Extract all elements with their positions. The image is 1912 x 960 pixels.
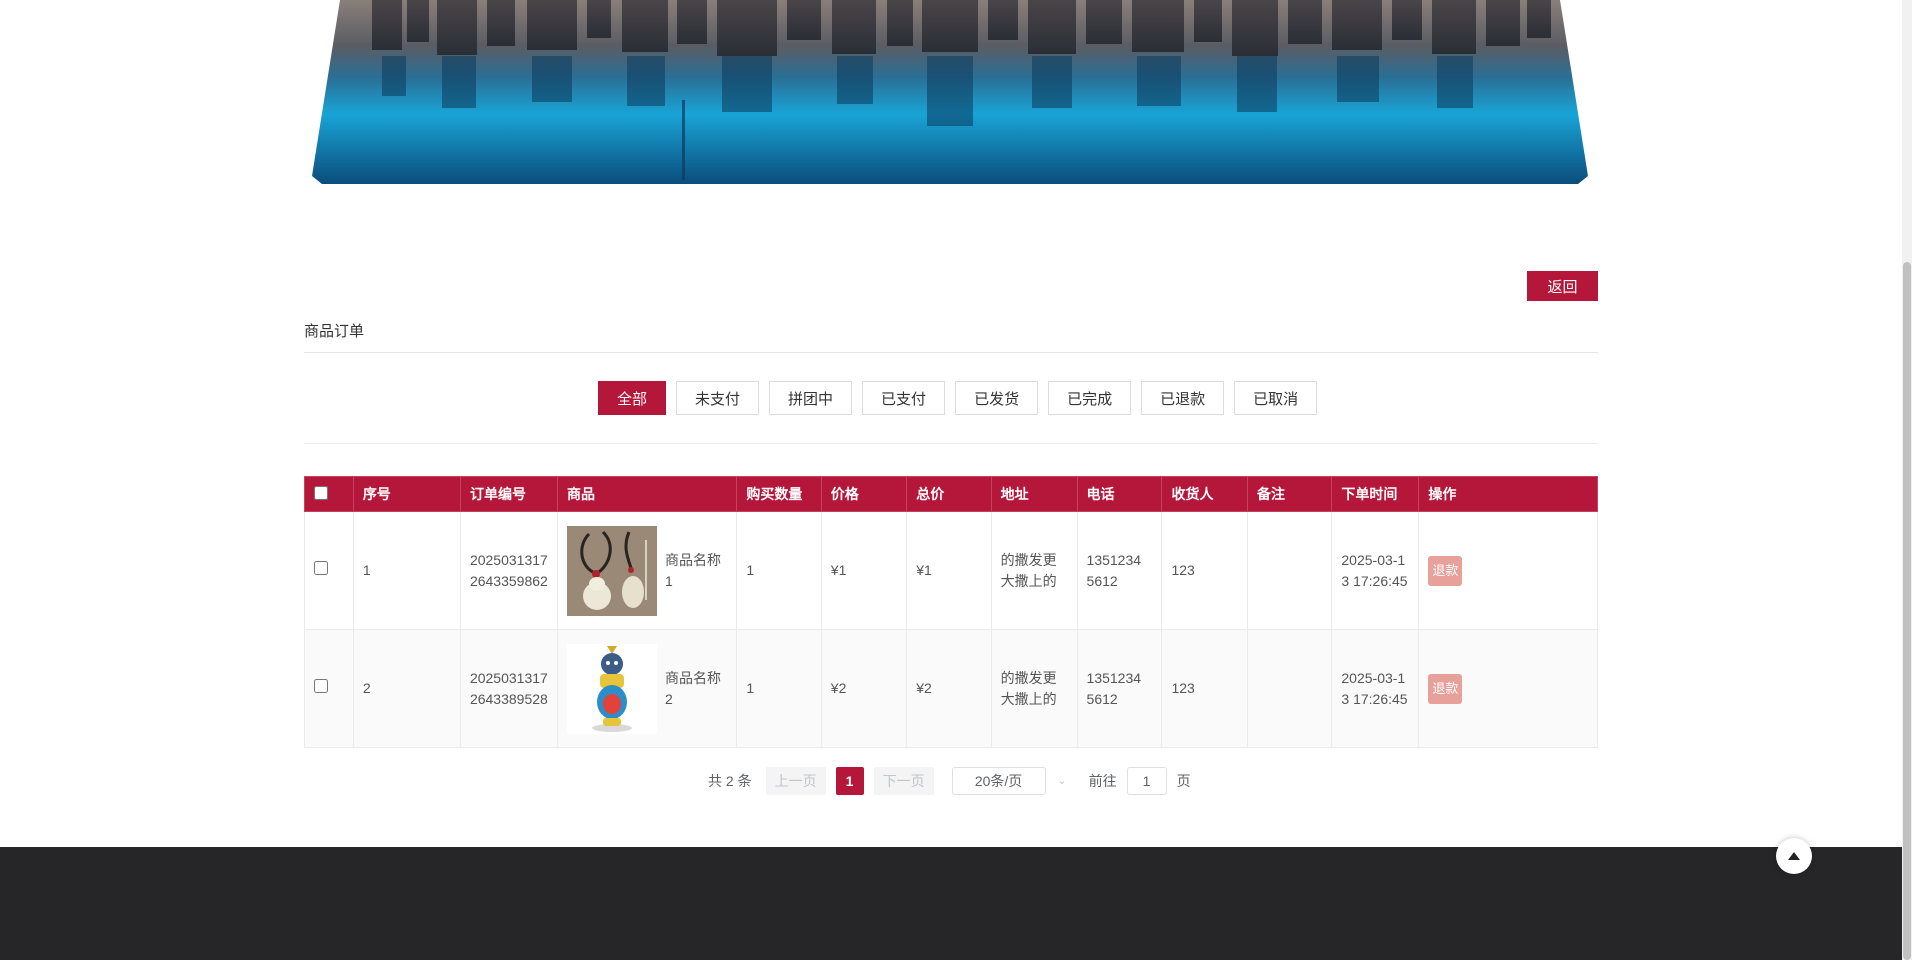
tab-group-buying[interactable]: 拼团中 xyxy=(769,381,853,415)
address-text: 的撒发更大撒上的 xyxy=(1000,669,1057,707)
prev-page-button[interactable]: 上一页 xyxy=(765,767,826,795)
cell-index: 2 xyxy=(352,629,461,748)
row-checkbox[interactable] xyxy=(314,561,328,575)
phone-text: 13512345612 xyxy=(1086,669,1142,707)
product-cell: 商品名称2 xyxy=(566,643,727,734)
column-header: 地址 xyxy=(990,476,1078,512)
order-no-text: 20250313172643359862 xyxy=(469,551,548,589)
column-header: 备注 xyxy=(1246,476,1333,512)
chevron-down-icon: ⌄ xyxy=(1057,775,1067,787)
next-page-button[interactable]: 下一页 xyxy=(873,767,934,795)
tab-shipped[interactable]: 已发货 xyxy=(955,381,1039,415)
page-number-current[interactable]: 1 xyxy=(835,767,864,795)
refund-button[interactable]: 退款 xyxy=(1428,555,1463,586)
page-title: 商品订单 xyxy=(304,323,365,340)
divider xyxy=(304,443,1598,444)
status-filter-tabs: 全部 未支付 拼团中 已支付 已发货 已完成 已退款 已取消 xyxy=(598,381,1318,415)
cell-action: 退款 xyxy=(1418,629,1598,748)
pagination: 共 2 条 上一页 1 下一页 20条/页 ⌄ 前往 页 xyxy=(708,767,1191,795)
cell-order-time: 2025-03-13 17:26:45 xyxy=(1331,511,1420,630)
cell-phone: 13512345612 xyxy=(1076,511,1163,630)
tab-paid[interactable]: 已支付 xyxy=(862,381,946,415)
cell-phone: 13512345612 xyxy=(1076,629,1163,748)
refund-button[interactable]: 退款 xyxy=(1428,673,1463,704)
cell-action: 退款 xyxy=(1418,511,1598,630)
column-header: 序号 xyxy=(352,476,461,512)
back-button[interactable]: 返回 xyxy=(1527,271,1598,301)
back-to-top-button[interactable] xyxy=(1776,838,1812,874)
skyline-illustration xyxy=(312,0,1588,184)
column-header: 购买数量 xyxy=(736,476,822,512)
cell-total: ¥1 xyxy=(906,511,992,630)
select-all-cell xyxy=(304,476,354,512)
table-header-row: 序号 订单编号 商品 购买数量 价格 总价 地址 电话 收货人 备注 下单时间 … xyxy=(304,476,1598,512)
column-header: 订单编号 xyxy=(459,476,558,512)
tab-refunded[interactable]: 已退款 xyxy=(1141,381,1225,415)
orders-table: 序号 订单编号 商品 购买数量 价格 总价 地址 电话 收货人 备注 下单时间 … xyxy=(304,476,1598,748)
column-header: 下单时间 xyxy=(1331,476,1420,512)
tab-unpaid[interactable]: 未支付 xyxy=(676,381,760,415)
column-header: 价格 xyxy=(820,476,908,512)
page-suffix: 页 xyxy=(1176,773,1191,789)
goto-page-input[interactable] xyxy=(1126,767,1167,795)
divider xyxy=(304,352,1598,353)
banner-image xyxy=(312,0,1588,184)
tab-all[interactable]: 全部 xyxy=(598,381,667,415)
order-time-text: 2025-03-13 17:26:45 xyxy=(1341,551,1408,589)
product-name: 商品名称2 xyxy=(664,669,721,707)
column-header: 收货人 xyxy=(1161,476,1248,512)
cell-quantity: 1 xyxy=(736,629,822,748)
page-size-select[interactable]: 20条/页 ⌄ xyxy=(951,767,1067,795)
row-select-cell xyxy=(304,511,354,630)
cell-address: 的撒发更大撒上的 xyxy=(990,629,1078,748)
cell-remark xyxy=(1246,511,1333,630)
caret-up-icon xyxy=(1788,852,1800,860)
column-header: 电话 xyxy=(1076,476,1163,512)
product-thumbnail[interactable] xyxy=(566,643,657,734)
cell-remark xyxy=(1246,629,1333,748)
order-no-text: 20250313172643389528 xyxy=(469,669,548,707)
product-cell: 商品名称1 xyxy=(566,525,727,616)
cell-receiver: 123 xyxy=(1161,511,1248,630)
tab-completed[interactable]: 已完成 xyxy=(1048,381,1132,415)
cell-order-no: 20250313172643389528 xyxy=(459,629,558,748)
scrollbar-thumb[interactable] xyxy=(1903,262,1911,960)
select-all-checkbox[interactable] xyxy=(314,485,328,500)
address-text: 的撒发更大撒上的 xyxy=(1000,551,1057,589)
cell-order-no: 20250313172643359862 xyxy=(459,511,558,630)
cell-order-time: 2025-03-13 17:26:45 xyxy=(1331,629,1420,748)
cell-quantity: 1 xyxy=(736,511,822,630)
page-size-value: 20条/页 xyxy=(974,773,1023,789)
cell-index: 1 xyxy=(352,511,461,630)
cell-total: ¥2 xyxy=(906,629,992,748)
cell-price: ¥2 xyxy=(820,629,908,748)
tab-cancelled[interactable]: 已取消 xyxy=(1234,381,1318,415)
column-header: 总价 xyxy=(906,476,992,512)
phone-text: 13512345612 xyxy=(1086,551,1142,589)
table-row: 2 20250313172643389528 商品名称2 1 ¥2 ¥2 的撒发… xyxy=(304,629,1598,748)
cell-product: 商品名称2 xyxy=(556,629,738,748)
footer xyxy=(0,847,1912,960)
row-select-cell xyxy=(304,629,354,748)
table-row: 1 20250313172643359862 商品名称1 1 ¥1 ¥1 的撒发… xyxy=(304,511,1598,630)
cell-address: 的撒发更大撒上的 xyxy=(990,511,1078,630)
column-header: 商品 xyxy=(556,476,738,512)
row-checkbox[interactable] xyxy=(314,679,328,693)
column-header: 操作 xyxy=(1418,476,1598,512)
cell-price: ¥1 xyxy=(820,511,908,630)
cell-receiver: 123 xyxy=(1161,629,1248,748)
product-name: 商品名称1 xyxy=(664,551,721,589)
cell-product: 商品名称1 xyxy=(556,511,738,630)
product-thumbnail[interactable] xyxy=(566,525,657,616)
order-time-text: 2025-03-13 17:26:45 xyxy=(1341,669,1408,707)
goto-label: 前往 xyxy=(1088,773,1117,789)
pagination-total: 共 2 条 xyxy=(708,773,752,789)
